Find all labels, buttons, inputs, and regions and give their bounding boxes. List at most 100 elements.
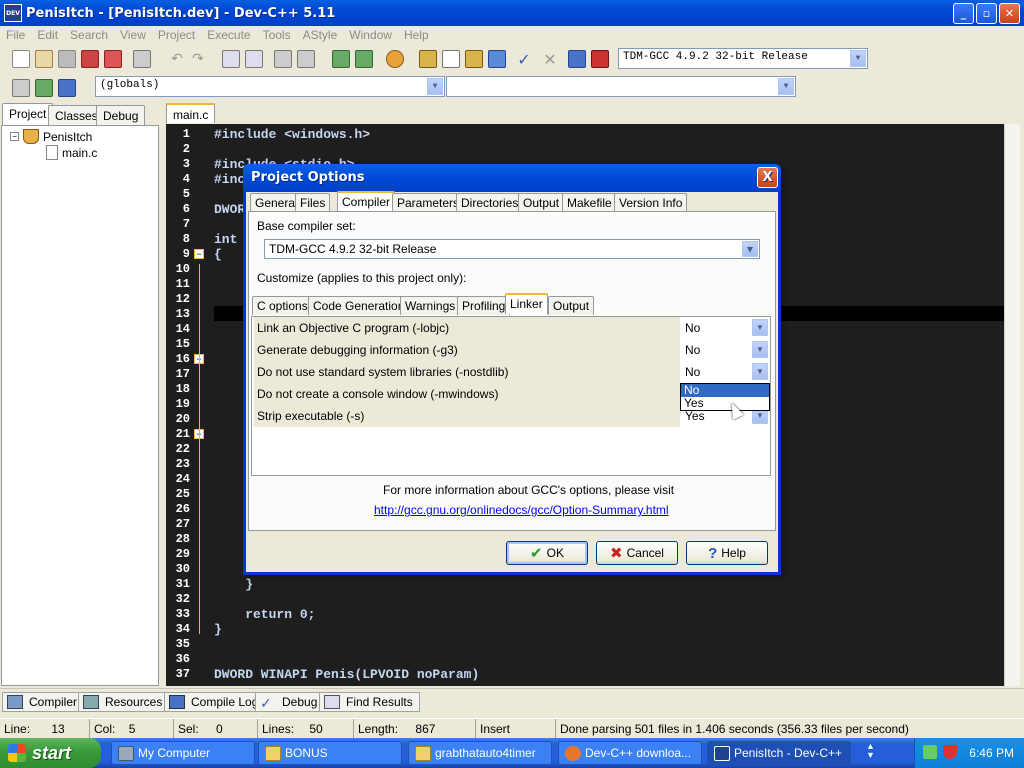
add-to-project-icon[interactable] bbox=[332, 50, 350, 68]
task-devcpp-download[interactable]: Dev-C++ downloa... bbox=[558, 741, 702, 765]
scope-select[interactable]: (globals) ▼ bbox=[95, 76, 445, 97]
taskbar-arrows-icon[interactable]: ▲ ▼ bbox=[866, 742, 875, 760]
close-file-icon[interactable] bbox=[104, 50, 122, 68]
tab-makefile[interactable]: Makefile bbox=[562, 193, 617, 212]
maximize-button[interactable]: ▫ bbox=[976, 3, 997, 24]
code-line: } bbox=[214, 577, 254, 592]
shield-icon[interactable] bbox=[943, 745, 957, 759]
stop-execution-icon[interactable]: ✕ bbox=[541, 50, 559, 69]
syntax-check-icon[interactable]: ✓ bbox=[515, 50, 533, 69]
compile-icon[interactable] bbox=[419, 50, 437, 68]
editor-vertical-scrollbar[interactable] bbox=[1004, 124, 1020, 686]
task-grabthatauto[interactable]: grabthatauto4timer bbox=[408, 741, 552, 765]
task-label: Dev-C++ downloa... bbox=[585, 746, 692, 760]
subtab-profiling[interactable]: Profiling bbox=[457, 296, 511, 315]
menu-view[interactable]: View bbox=[114, 28, 152, 42]
option-row-g3[interactable]: Generate debugging information (-g3) No … bbox=[254, 339, 770, 361]
editor-tab-main-c[interactable]: main.c bbox=[166, 103, 216, 123]
chevron-down-icon[interactable]: ▼ bbox=[752, 341, 768, 358]
profile-chart-icon[interactable] bbox=[568, 50, 586, 68]
tab-debug[interactable]: Debug bbox=[96, 105, 146, 125]
tab-output[interactable]: Output bbox=[518, 193, 565, 212]
tab-compiler[interactable]: Compiler bbox=[337, 191, 396, 212]
tab-compile-log[interactable]: Compile Log bbox=[164, 692, 266, 712]
tree-node-file[interactable]: main.c bbox=[46, 145, 97, 160]
subtab-code-generation[interactable]: Code Generation bbox=[308, 296, 410, 315]
chevron-down-icon[interactable]: ▼ bbox=[850, 50, 866, 67]
dropdown-option-yes[interactable]: Yes bbox=[681, 397, 769, 410]
menu-project[interactable]: Project bbox=[152, 28, 201, 42]
project-options-icon[interactable] bbox=[386, 50, 404, 68]
save-icon[interactable] bbox=[58, 50, 76, 68]
rebuild-icon[interactable] bbox=[488, 50, 506, 68]
help-label: Help bbox=[721, 546, 746, 560]
find-icon[interactable] bbox=[222, 50, 240, 68]
tab-files[interactable]: Files bbox=[295, 193, 331, 212]
tab-project[interactable]: Project bbox=[2, 103, 54, 125]
base-compiler-select[interactable]: TDM-GCC 4.9.2 32-bit Release ▼ bbox=[264, 239, 760, 259]
toggle-bookmark-icon[interactable] bbox=[35, 79, 53, 97]
option-value-dropdown-list[interactable]: No Yes bbox=[680, 383, 770, 411]
tree-node-project[interactable]: − PenisItch bbox=[10, 129, 92, 144]
chevron-down-icon[interactable]: ▼ bbox=[742, 241, 758, 257]
remove-from-project-icon[interactable] bbox=[355, 50, 373, 68]
network-icon[interactable] bbox=[923, 745, 937, 759]
compile-run-icon[interactable] bbox=[465, 50, 483, 68]
ok-button[interactable]: ✔ OK bbox=[506, 541, 588, 565]
compiler-select[interactable]: TDM-GCC 4.9.2 32-bit Release ▼ bbox=[618, 48, 868, 69]
gcc-options-link[interactable]: http://gcc.gnu.org/onlinedocs/gcc/Option… bbox=[374, 503, 669, 517]
tab-compiler-messages[interactable]: Compiler bbox=[2, 692, 85, 712]
task-bonus[interactable]: BONUS bbox=[258, 741, 402, 765]
new-file-icon[interactable] bbox=[12, 50, 30, 68]
fold-toggle-icon[interactable]: − bbox=[194, 249, 204, 259]
indent-icon[interactable] bbox=[274, 50, 292, 68]
subtab-linker[interactable]: Linker bbox=[505, 293, 548, 314]
tree-collapse-icon[interactable]: − bbox=[10, 132, 19, 141]
undo-icon[interactable]: ↶ bbox=[168, 50, 186, 68]
menu-window[interactable]: Window bbox=[343, 28, 398, 42]
subtab-output[interactable]: Output bbox=[548, 296, 595, 315]
menu-file[interactable]: File bbox=[0, 28, 31, 42]
chevron-down-icon[interactable]: ▼ bbox=[752, 319, 768, 336]
tab-version-info[interactable]: Version Info bbox=[614, 193, 688, 212]
tab-find-results[interactable]: Find Results bbox=[319, 692, 420, 712]
insert-icon[interactable] bbox=[12, 79, 30, 97]
save-all-icon[interactable] bbox=[81, 50, 99, 68]
menu-edit[interactable]: Edit bbox=[31, 28, 64, 42]
option-row-nostdlib[interactable]: Do not use standard system libraries (-n… bbox=[254, 361, 770, 383]
task-penisitch-devcpp[interactable]: PenisItch - Dev-C++ bbox=[707, 741, 851, 765]
run-icon[interactable] bbox=[442, 50, 460, 68]
goto-line-icon[interactable] bbox=[297, 50, 315, 68]
tab-resources[interactable]: Resources bbox=[78, 692, 170, 712]
redo-icon[interactable]: ↷ bbox=[189, 50, 207, 68]
minimize-button[interactable]: _ bbox=[953, 3, 974, 24]
menu-search[interactable]: Search bbox=[64, 28, 114, 42]
start-button[interactable]: start bbox=[0, 738, 101, 768]
tab-parameters[interactable]: Parameters bbox=[392, 193, 465, 212]
tab-directories[interactable]: Directories bbox=[456, 193, 524, 212]
print-icon[interactable] bbox=[133, 50, 151, 68]
option-row-lobjc[interactable]: Link an Objective C program (-lobjc) No … bbox=[254, 317, 770, 339]
menu-execute[interactable]: Execute bbox=[201, 28, 256, 42]
open-file-icon[interactable] bbox=[35, 50, 53, 68]
menu-help[interactable]: Help bbox=[398, 28, 435, 42]
delete-profile-icon[interactable] bbox=[591, 50, 609, 68]
goto-bookmark-icon[interactable] bbox=[58, 79, 76, 97]
menu-tools[interactable]: Tools bbox=[257, 28, 297, 42]
clock[interactable]: 6:46 PM bbox=[969, 746, 1014, 760]
help-button[interactable]: ? Help bbox=[686, 541, 768, 565]
chevron-down-icon[interactable]: ▼ bbox=[427, 78, 443, 95]
cancel-button[interactable]: ✖ Cancel bbox=[596, 541, 678, 565]
subtab-c-options[interactable]: C options bbox=[252, 296, 313, 315]
line-number: 21 bbox=[175, 427, 190, 441]
task-my-computer[interactable]: My Computer bbox=[111, 741, 255, 765]
replace-icon[interactable] bbox=[245, 50, 263, 68]
function-select[interactable]: ▼ bbox=[446, 76, 796, 97]
chevron-down-icon[interactable]: ▼ bbox=[778, 78, 794, 95]
dialog-close-button[interactable]: X bbox=[757, 167, 778, 188]
menu-astyle[interactable]: AStyle bbox=[297, 28, 344, 42]
subtab-warnings[interactable]: Warnings bbox=[400, 296, 461, 315]
chevron-down-icon[interactable]: ▼ bbox=[752, 363, 768, 380]
close-button[interactable]: ✕ bbox=[999, 3, 1020, 24]
tab-debug-output[interactable]: ✓ Debug bbox=[255, 692, 325, 712]
